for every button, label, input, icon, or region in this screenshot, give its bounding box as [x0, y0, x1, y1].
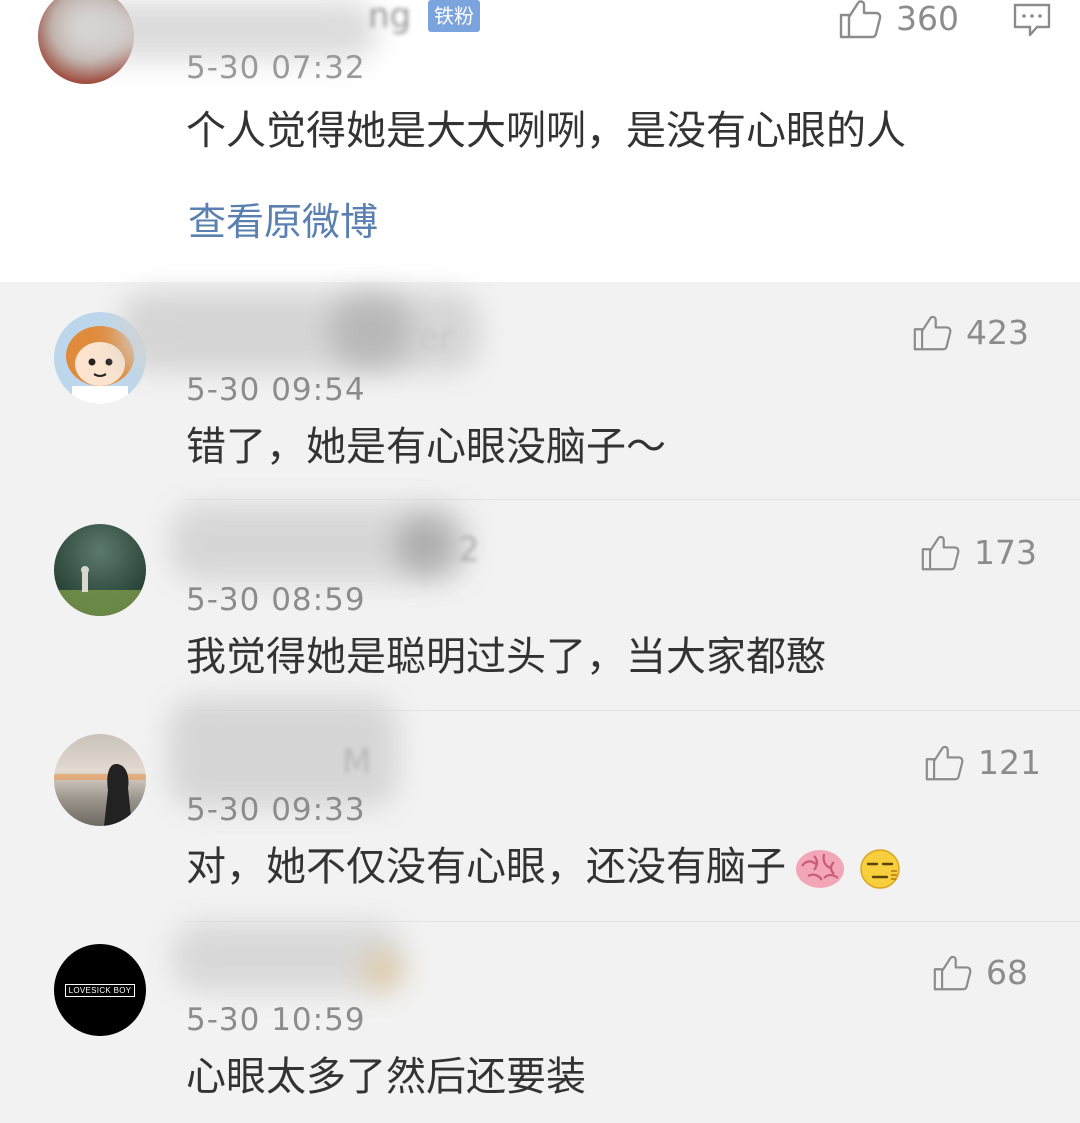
main-comment-like-count: 360 — [896, 0, 959, 38]
reply-like-count: 68 — [986, 952, 1028, 992]
reply-avatar[interactable]: LOVESICK BOY — [54, 944, 146, 1036]
reply-nickname[interactable]: M — [342, 742, 371, 782]
reply-like-count: 121 — [978, 742, 1041, 782]
reply-like-button[interactable]: 423 — [912, 310, 1029, 354]
main-comment-text: 个人觉得她是大大咧咧，是没有心眼的人 — [186, 108, 906, 154]
reply-like-button[interactable]: 121 — [924, 740, 1041, 784]
reply-like-count: 173 — [974, 532, 1037, 572]
brain-emoji — [796, 850, 844, 888]
view-original-link[interactable]: 查看原微博 — [188, 198, 378, 246]
main-comment-time: 5-30 07:32 — [186, 50, 366, 86]
reply-avatar[interactable] — [54, 524, 146, 616]
divider — [185, 499, 1080, 500]
reply-text: 心眼太多了然后还要装 — [186, 1054, 586, 1100]
reply-avatar[interactable] — [54, 734, 146, 826]
reply-time: 5-30 08:59 — [186, 582, 366, 618]
nickname-blur — [330, 296, 410, 366]
thumbs-up-icon — [839, 0, 882, 39]
photo-avatar-icon — [54, 764, 146, 826]
thumbs-up-icon — [925, 745, 964, 781]
reply-time: 5-30 09:33 — [186, 792, 366, 828]
avatar-logo-text: LOVESICK BOY — [64, 983, 136, 997]
thumbs-up-icon — [921, 535, 960, 571]
reply-like-button[interactable]: 173 — [920, 530, 1037, 574]
smirk-emoji — [860, 849, 900, 889]
reply-text: 我觉得她是聪明过头了，当大家都憨 — [186, 634, 826, 680]
nickname-blur — [362, 952, 402, 988]
reply-nickname[interactable]: 2 — [458, 530, 480, 570]
reply-like-button[interactable]: 68 — [932, 950, 1028, 994]
reply-like-count: 423 — [966, 312, 1029, 352]
thumbs-up-icon — [913, 315, 952, 351]
reply-time: 5-30 10:59 — [186, 1002, 366, 1038]
reply-nickname[interactable]: er — [418, 318, 453, 358]
reply-text: 对，她不仅没有心眼，还没有脑子 — [186, 842, 902, 892]
landscape-avatar-icon — [54, 566, 146, 616]
fan-badge: 铁粉 — [428, 0, 480, 32]
thumbs-up-icon — [933, 955, 972, 991]
main-comment: ng 铁粉 5-30 07:32 360 个人觉得她是大大咧咧，是没有心眼的人 … — [0, 0, 1080, 282]
reply-time: 5-30 09:54 — [186, 372, 366, 408]
main-comment-like-button[interactable]: 360 — [838, 0, 959, 40]
main-comment-nickname[interactable]: ng — [368, 0, 411, 36]
nickname-blur — [395, 516, 455, 574]
comment-icon[interactable] — [1012, 2, 1052, 40]
reply-text: 错了，她是有心眼没脑子～ — [186, 424, 666, 470]
reply-text-content: 对，她不仅没有心眼，还没有脑子 — [186, 844, 786, 890]
